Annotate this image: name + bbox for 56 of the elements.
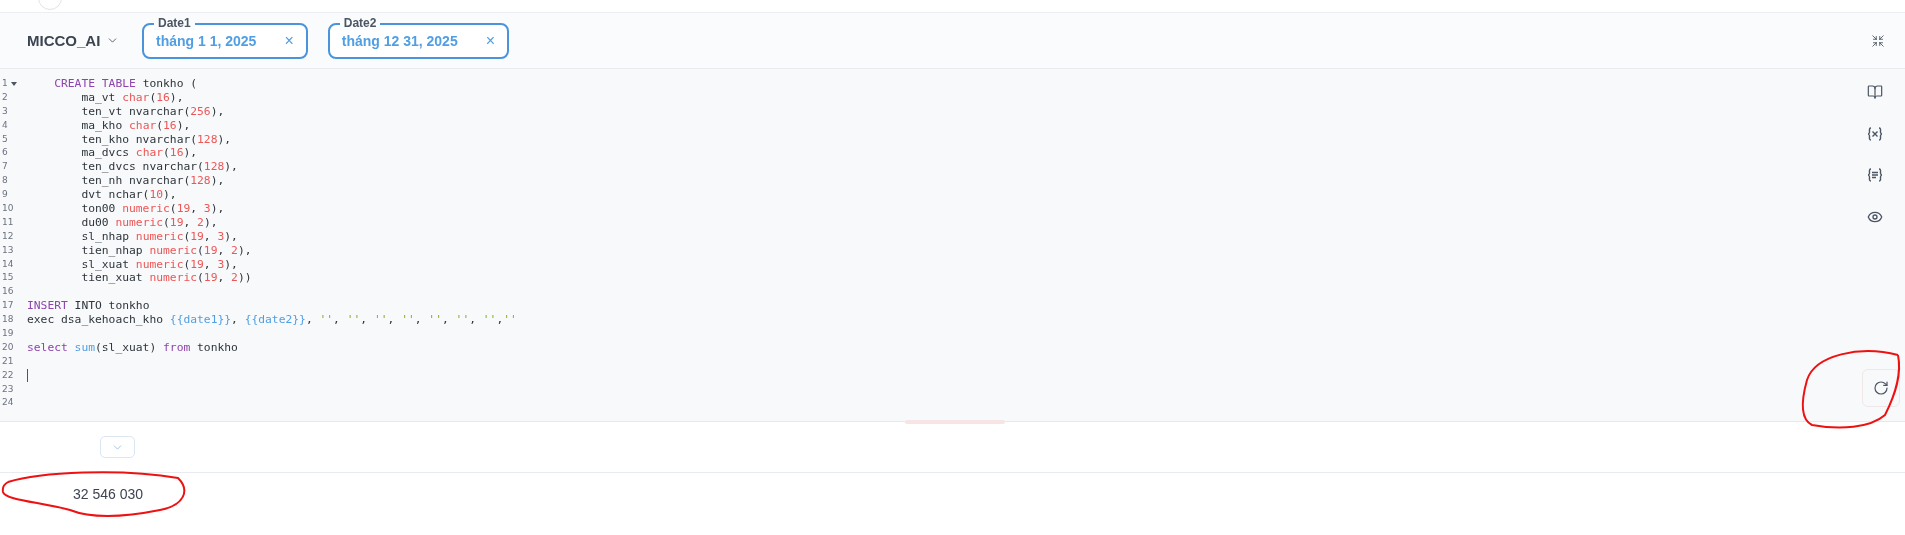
line-number: 8 bbox=[1, 174, 8, 188]
line-number: 12 bbox=[1, 229, 14, 243]
code-line: exec dsa_kehoach_kho {{date1}}, {{date2}}, '', '', '', '', '', '', '','' bbox=[27, 313, 517, 328]
line-number: 15 bbox=[1, 271, 14, 285]
code-line: ma_vt char(16), bbox=[80, 90, 184, 105]
code-line: du00 numeric(19, 2), bbox=[80, 215, 218, 230]
code-line: ten_dvcs nvarchar(128), bbox=[80, 160, 238, 175]
code-line: ten_vt nvarchar(256), bbox=[80, 104, 225, 119]
variables-icon[interactable] bbox=[1867, 127, 1883, 141]
line-number: 2 bbox=[1, 90, 8, 104]
code-line: tien_xuat numeric(19, 2)) bbox=[80, 271, 252, 286]
code-line: CREATE TABLE tonkho ( bbox=[53, 77, 198, 91]
line-number: 13 bbox=[1, 243, 14, 257]
line-number: 11 bbox=[1, 215, 14, 229]
code-line: INSERT INTO tonkho bbox=[27, 299, 150, 314]
filter-label: Date1 bbox=[154, 15, 195, 30]
book-icon[interactable] bbox=[1867, 84, 1883, 100]
line-number: 23 bbox=[1, 382, 14, 396]
line-number: 22 bbox=[1, 368, 14, 382]
code-line: ten_nh nvarchar(128), bbox=[80, 174, 225, 189]
collapse-icon[interactable] bbox=[1871, 33, 1885, 48]
code-line: tien_nhap numeric(19, 2), bbox=[80, 243, 252, 258]
code-line: sl_xuat numeric(19, 3), bbox=[80, 257, 238, 272]
code-line: select sum(sl_xuat) from tonkho bbox=[27, 340, 238, 355]
line-number: 6 bbox=[1, 146, 8, 160]
line-number: 1 bbox=[1, 77, 8, 90]
code-line: dvt nchar(10), bbox=[80, 188, 177, 202]
filter-label: Date2 bbox=[339, 15, 381, 30]
line-number: 4 bbox=[1, 118, 8, 132]
refresh-button[interactable] bbox=[1862, 369, 1900, 407]
fold-icon[interactable] bbox=[10, 81, 17, 86]
line-number: 16 bbox=[1, 285, 14, 299]
refresh-icon bbox=[1873, 380, 1889, 396]
filter-value: tháng 12 31, 2025 bbox=[341, 32, 458, 49]
line-number: 14 bbox=[1, 257, 14, 271]
line-number: 3 bbox=[1, 104, 8, 118]
preview-icon[interactable] bbox=[1867, 209, 1883, 225]
database-selector[interactable]: MICCO_AI bbox=[27, 32, 122, 49]
line-number: 9 bbox=[1, 188, 8, 202]
code-line: ten_kho nvarchar(128), bbox=[80, 132, 232, 147]
code-line: ma_dvcs char(16), bbox=[80, 146, 198, 161]
line-number: 20 bbox=[1, 340, 14, 354]
line-number: 21 bbox=[1, 354, 14, 368]
line-number: 24 bbox=[1, 396, 14, 410]
code-line: ton00 numeric(19, 3), bbox=[80, 202, 225, 216]
filter-value: tháng 1 1, 2025 bbox=[156, 32, 257, 49]
code-line: ma_kho char(16), bbox=[80, 118, 191, 133]
line-number: 5 bbox=[1, 132, 8, 146]
line-number: 18 bbox=[1, 313, 14, 327]
line-number: 19 bbox=[1, 327, 14, 341]
line-number: 17 bbox=[1, 299, 14, 313]
result-value: 32 546 030 bbox=[73, 486, 144, 502]
line-number: 10 bbox=[1, 202, 14, 215]
snippets-icon[interactable] bbox=[1867, 168, 1883, 182]
code-line: sl_nhap numeric(19, 3), bbox=[80, 229, 238, 244]
line-number: 7 bbox=[1, 160, 8, 174]
